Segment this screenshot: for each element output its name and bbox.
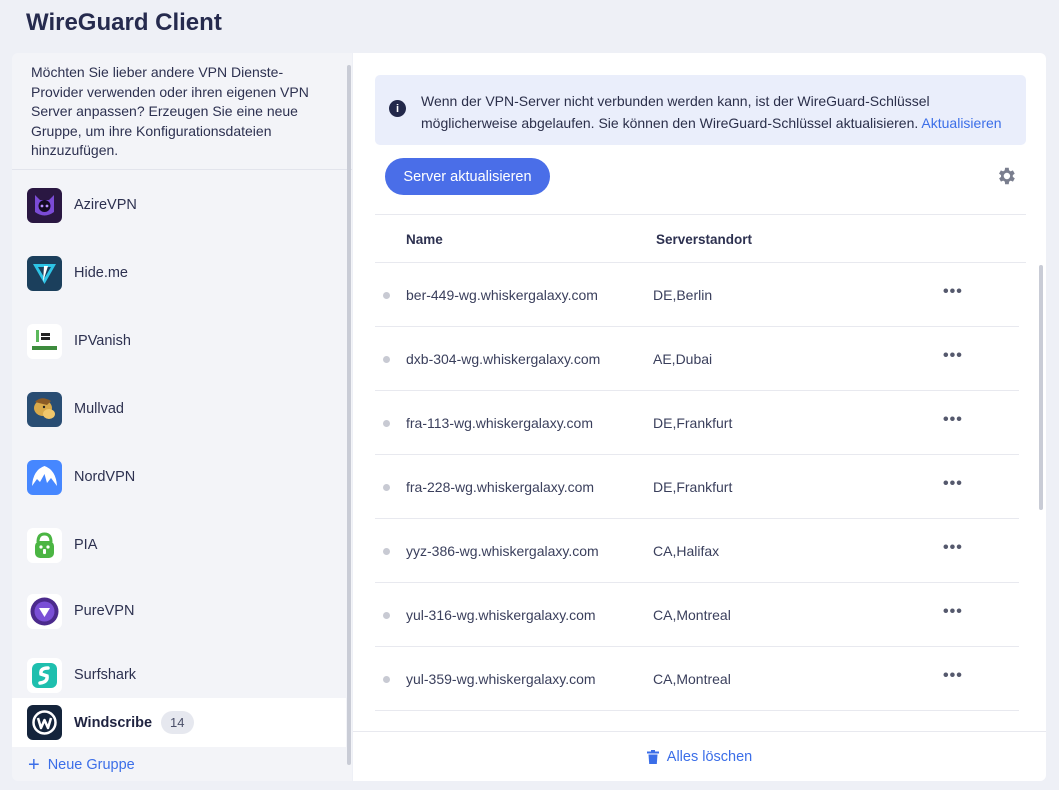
app-title: WireGuard Client — [26, 9, 222, 36]
provider-mullvad[interactable]: Mullvad — [12, 375, 346, 443]
status-dot — [383, 292, 390, 299]
status-dot — [383, 548, 390, 555]
info-icon: i — [389, 100, 406, 117]
surfshark-logo — [27, 657, 62, 693]
hideme-logo — [27, 255, 62, 291]
provider-name: Windscribe — [74, 714, 153, 731]
server-name: yyz-386-wg.whiskergalaxy.com — [406, 543, 599, 559]
provider-hideme[interactable]: Hide.me — [12, 239, 346, 307]
server-list-scrollbar[interactable] — [1039, 265, 1043, 510]
plus-icon: + — [28, 754, 40, 776]
column-header-location: Serverstandort — [656, 232, 753, 247]
status-dot — [383, 484, 390, 491]
update-servers-button[interactable]: Server aktualisieren — [385, 158, 550, 195]
provider-name: IPVanish — [74, 333, 131, 349]
more-options-icon[interactable]: ••• — [943, 283, 963, 301]
provider-windscribe[interactable]: Windscribe 14 — [12, 698, 346, 747]
mullvad-logo — [27, 391, 62, 427]
column-header-name: Name — [406, 232, 443, 247]
provider-nordvpn[interactable]: NordVPN — [12, 443, 346, 511]
ipvanish-logo — [27, 323, 62, 359]
sidebar-scrollbar[interactable] — [347, 65, 351, 765]
provider-ipvanish[interactable]: IPVanish — [12, 307, 346, 375]
table-row[interactable]: yul-359-wg.whiskergalaxy.com CA,Montreal… — [375, 647, 1019, 711]
provider-name: PIA — [74, 537, 98, 553]
status-dot — [383, 356, 390, 363]
notice-message: Wenn der VPN-Server nicht verbunden werd… — [421, 93, 930, 131]
server-name: dxb-304-wg.whiskergalaxy.com — [406, 351, 601, 367]
server-location: DE,Frankfurt — [653, 479, 733, 495]
status-dot — [383, 612, 390, 619]
server-name: ber-449-wg.whiskergalaxy.com — [406, 287, 598, 303]
pia-logo — [27, 527, 62, 563]
clear-all-label: Alles löschen — [666, 748, 753, 765]
refresh-key-link[interactable]: Aktualisieren — [921, 115, 1001, 131]
table-row[interactable]: yul-316-wg.whiskergalaxy.com CA,Montreal… — [375, 583, 1019, 647]
table-row[interactable]: ber-449-wg.whiskergalaxy.com DE,Berlin •… — [375, 263, 1019, 327]
provider-azirevpn[interactable]: AzireVPN — [12, 171, 346, 239]
server-location: DE,Frankfurt — [653, 415, 733, 431]
provider-purevpn[interactable]: PureVPN — [12, 579, 346, 643]
notice-text: Wenn der VPN-Server nicht verbunden werd… — [421, 90, 1010, 134]
purevpn-logo — [27, 593, 62, 629]
more-options-icon[interactable]: ••• — [943, 475, 963, 493]
key-expired-notice: i Wenn der VPN-Server nicht verbunden we… — [375, 75, 1026, 145]
new-group-label: Neue Gruppe — [47, 757, 135, 773]
table-row[interactable]: fra-113-wg.whiskergalaxy.com DE,Frankfur… — [375, 391, 1019, 455]
server-location: DE,Berlin — [653, 287, 713, 303]
windscribe-logo — [27, 705, 62, 740]
server-name: yul-316-wg.whiskergalaxy.com — [406, 607, 596, 623]
more-options-icon[interactable]: ••• — [943, 539, 963, 557]
new-group-button[interactable]: + Neue Gruppe — [28, 755, 135, 775]
more-options-icon[interactable]: ••• — [943, 347, 963, 365]
provider-name: Surfshark — [74, 667, 137, 683]
provider-name: NordVPN — [74, 469, 136, 485]
gear-icon[interactable] — [995, 165, 1017, 187]
status-dot — [383, 420, 390, 427]
sidebar-intro: Möchten Sie lieber andere VPN Dienste-Pr… — [12, 53, 352, 170]
server-name: fra-228-wg.whiskergalaxy.com — [406, 479, 595, 495]
table-top-divider — [375, 214, 1026, 215]
more-options-icon[interactable]: ••• — [943, 667, 963, 685]
server-location: CA,Montreal — [653, 607, 731, 623]
provider-pia[interactable]: PIA — [12, 511, 346, 579]
clear-all-button[interactable]: Alles löschen — [353, 731, 1046, 781]
sidebar: Möchten Sie lieber andere VPN Dienste-Pr… — [12, 53, 352, 781]
azirevpn-logo — [27, 187, 62, 223]
server-location: CA,Montreal — [653, 671, 731, 687]
server-name: yul-359-wg.whiskergalaxy.com — [406, 671, 596, 687]
server-name: fra-113-wg.whiskergalaxy.com — [406, 415, 593, 431]
trash-icon — [646, 749, 659, 764]
nordvpn-logo — [27, 459, 62, 495]
server-location: AE,Dubai — [653, 351, 713, 367]
more-options-icon[interactable]: ••• — [943, 411, 963, 429]
server-location: CA,Halifax — [653, 543, 720, 559]
server-count-badge: 14 — [161, 711, 194, 734]
provider-name: Hide.me — [74, 265, 128, 281]
main-panel: i Wenn der VPN-Server nicht verbunden we… — [353, 53, 1046, 781]
provider-name: Mullvad — [74, 401, 124, 417]
status-dot — [383, 676, 390, 683]
table-row[interactable]: dxb-304-wg.whiskergalaxy.com AE,Dubai ••… — [375, 327, 1019, 391]
table-row[interactable]: yyz-386-wg.whiskergalaxy.com CA,Halifax … — [375, 519, 1019, 583]
table-row[interactable]: fra-228-wg.whiskergalaxy.com DE,Frankfur… — [375, 455, 1019, 519]
provider-name: AzireVPN — [74, 197, 137, 213]
more-options-icon[interactable]: ••• — [943, 603, 963, 621]
provider-name: PureVPN — [74, 603, 135, 619]
